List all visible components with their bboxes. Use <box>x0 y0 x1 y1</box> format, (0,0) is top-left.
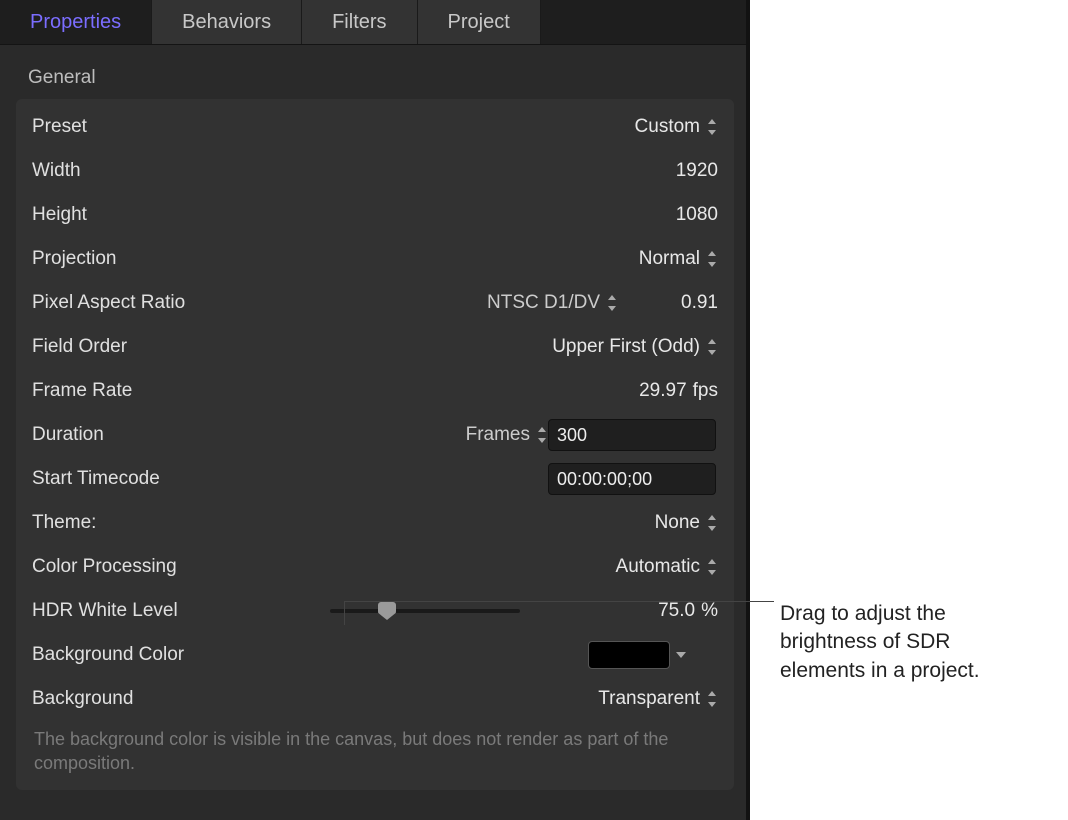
background-note: The background color is visible in the c… <box>16 721 712 776</box>
background-value: Transparent <box>598 688 700 710</box>
row-preset: Preset Custom <box>16 105 734 149</box>
row-frame-rate: Frame Rate 29.97 fps <box>16 369 734 413</box>
projection-value: Normal <box>639 248 700 270</box>
inspector-panel: Properties Behaviors Filters Project Gen… <box>0 0 750 820</box>
row-background-color: Background Color <box>16 633 734 677</box>
callout-leader-line <box>344 601 774 602</box>
chevron-updown-icon <box>706 119 718 135</box>
callout-text: Drag to adjust the brightness of SDR ele… <box>780 600 1040 685</box>
background-label: Background <box>32 688 252 710</box>
par-label: Pixel Aspect Ratio <box>32 292 252 314</box>
chevron-updown-icon <box>706 251 718 267</box>
height-label: Height <box>32 204 252 226</box>
chevron-updown-icon <box>706 339 718 355</box>
colorproc-label: Color Processing <box>32 556 252 578</box>
background-select[interactable]: Transparent <box>598 688 718 710</box>
theme-select[interactable]: None <box>655 512 718 534</box>
row-field-order: Field Order Upper First (Odd) <box>16 325 734 369</box>
row-theme: Theme: None <box>16 501 734 545</box>
row-duration: Duration Frames <box>16 413 734 457</box>
hdr-slider-thumb[interactable] <box>378 602 396 620</box>
chevron-updown-icon <box>606 295 618 311</box>
height-value[interactable]: 1080 <box>558 204 718 226</box>
row-color-processing: Color Processing Automatic <box>16 545 734 589</box>
colorproc-value: Automatic <box>616 556 700 578</box>
tab-properties[interactable]: Properties <box>0 0 152 44</box>
fieldorder-value: Upper First (Odd) <box>552 336 700 358</box>
framerate-unit: fps <box>693 380 718 402</box>
duration-label: Duration <box>32 424 252 446</box>
chevron-updown-icon <box>706 691 718 707</box>
theme-value: None <box>655 512 700 534</box>
hdr-unit: % <box>701 600 718 622</box>
projection-select[interactable]: Normal <box>639 248 718 270</box>
width-label: Width <box>32 160 252 182</box>
chevron-updown-icon <box>706 515 718 531</box>
tab-project[interactable]: Project <box>418 0 541 44</box>
par-select-value: NTSC D1/DV <box>487 292 600 314</box>
chevron-updown-icon <box>706 559 718 575</box>
width-value[interactable]: 1920 <box>558 160 718 182</box>
row-hdr-white-level: HDR White Level 75.0 % <box>16 589 734 633</box>
row-pixel-aspect-ratio: Pixel Aspect Ratio NTSC D1/DV 0.91 <box>16 281 734 325</box>
hdr-label: HDR White Level <box>32 600 252 622</box>
projection-label: Projection <box>32 248 252 270</box>
par-value[interactable]: 0.91 <box>638 292 718 314</box>
row-projection: Projection Normal <box>16 237 734 281</box>
row-background: Background Transparent <box>16 677 734 721</box>
hdr-value[interactable]: 75.0 <box>658 600 695 622</box>
bgcolor-well[interactable] <box>588 641 670 669</box>
starttc-field[interactable] <box>548 463 716 495</box>
row-start-timecode: Start Timecode <box>16 457 734 501</box>
general-rows: Preset Custom Width 1920 Height <box>16 99 734 790</box>
framerate-value[interactable]: 29.97 <box>639 380 687 402</box>
bgcolor-label: Background Color <box>32 644 252 666</box>
panel-divider[interactable] <box>746 0 750 820</box>
duration-unit-value: Frames <box>466 424 530 446</box>
chevron-updown-icon <box>536 427 548 443</box>
callout-leader-tick <box>344 601 345 625</box>
par-select[interactable]: NTSC D1/DV <box>487 292 618 314</box>
row-height: Height 1080 <box>16 193 734 237</box>
colorproc-select[interactable]: Automatic <box>616 556 718 578</box>
tab-behaviors[interactable]: Behaviors <box>152 0 302 44</box>
tab-filters[interactable]: Filters <box>302 0 417 44</box>
fieldorder-select[interactable]: Upper First (Odd) <box>552 336 718 358</box>
preset-label: Preset <box>32 116 252 138</box>
theme-label: Theme: <box>32 512 252 534</box>
framerate-label: Frame Rate <box>32 380 252 402</box>
duration-unit-select[interactable]: Frames <box>466 424 548 446</box>
row-width: Width 1920 <box>16 149 734 193</box>
chevron-down-icon[interactable] <box>676 652 686 658</box>
hdr-slider[interactable] <box>330 609 520 613</box>
preset-select[interactable]: Custom <box>635 116 718 138</box>
fieldorder-label: Field Order <box>32 336 252 358</box>
section-general-header: General <box>10 59 740 99</box>
duration-field[interactable] <box>548 419 716 451</box>
preset-value: Custom <box>635 116 700 138</box>
tab-bar: Properties Behaviors Filters Project <box>0 0 750 45</box>
starttc-label: Start Timecode <box>32 468 252 490</box>
